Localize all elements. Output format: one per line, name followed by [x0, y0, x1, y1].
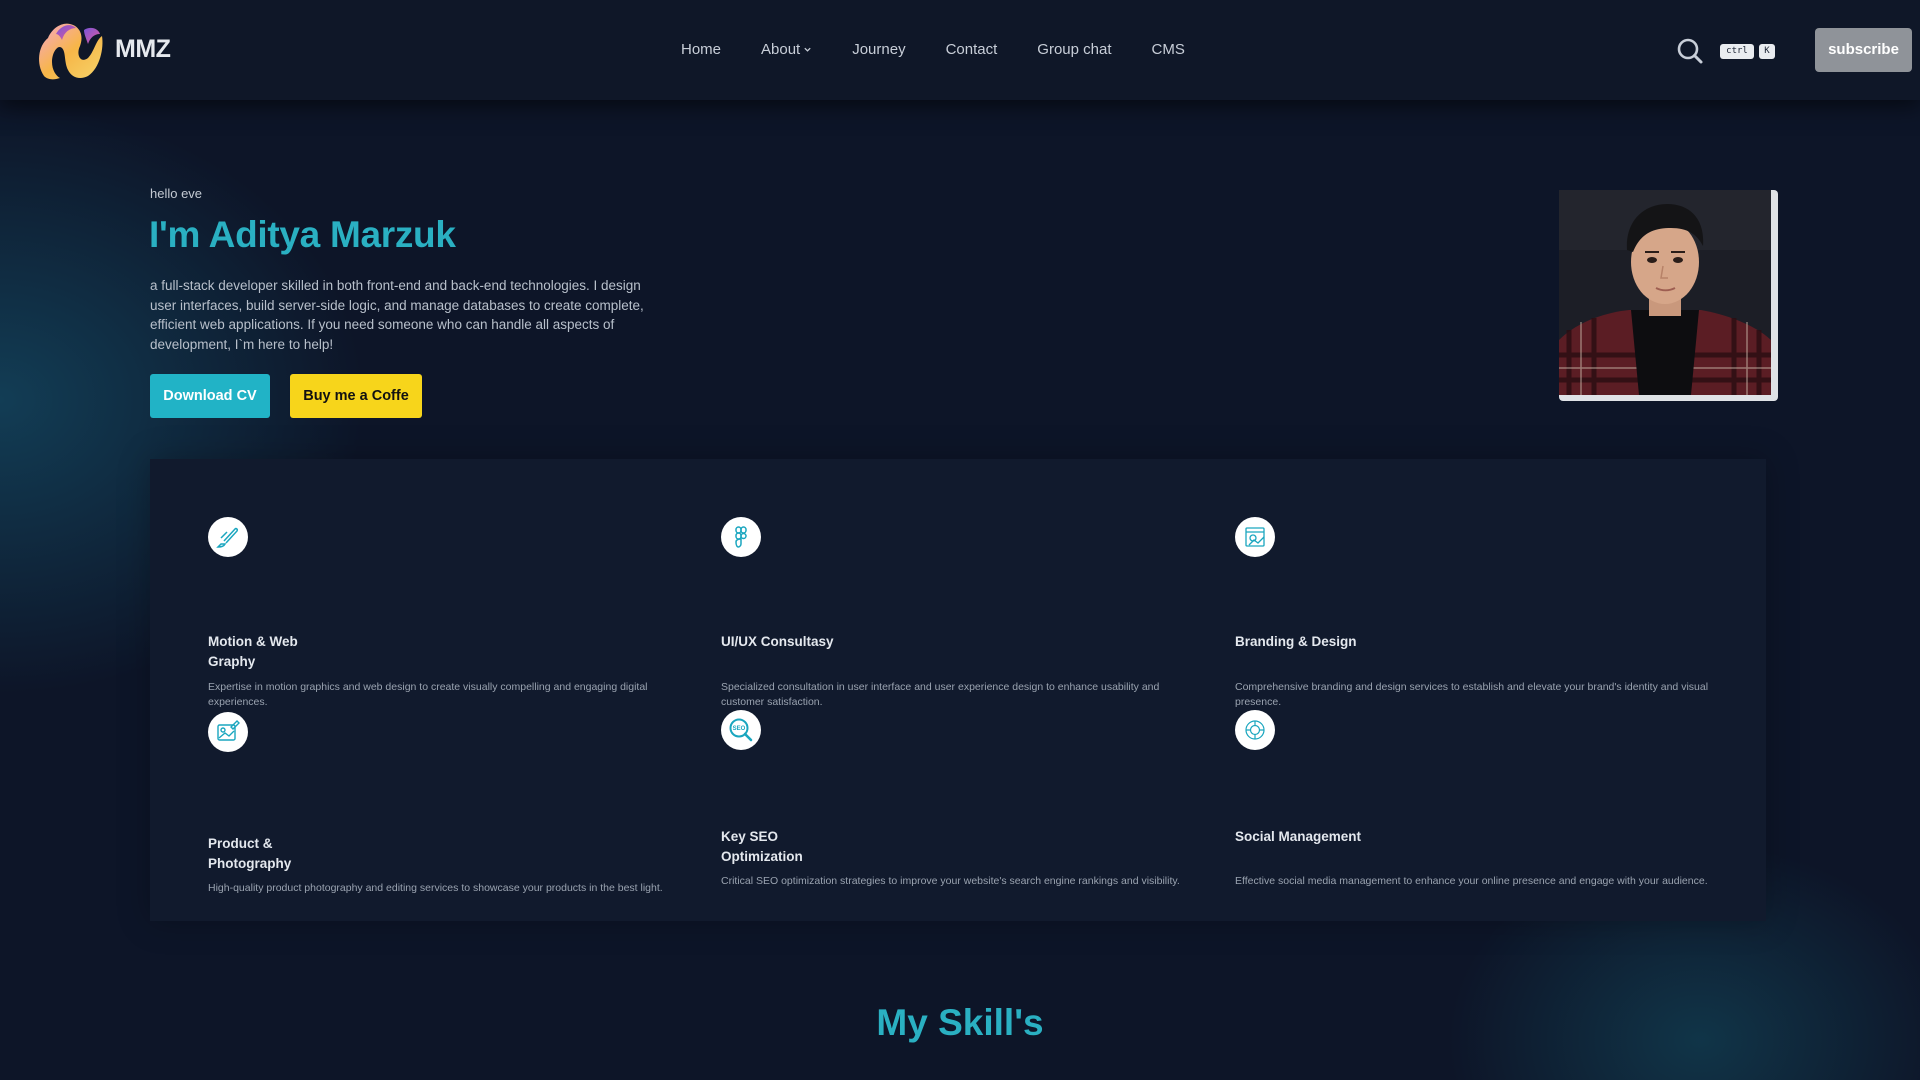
photo-edit-icon	[208, 712, 248, 752]
svg-text:SEO: SEO	[733, 726, 746, 732]
skills-section-title: My Skill's	[876, 1002, 1044, 1043]
service-title: Branding & Design	[1235, 634, 1357, 649]
nav-journey[interactable]: Journey	[852, 41, 905, 58]
shortcut-key-ctrl: ctrl	[1720, 44, 1754, 59]
branding-icon	[1235, 517, 1275, 557]
person-portrait-icon	[1559, 190, 1771, 395]
nav-cms[interactable]: CMS	[1152, 41, 1185, 58]
nav-group-chat[interactable]: Group chat	[1037, 41, 1111, 58]
mmz-logo-icon[interactable]	[36, 18, 104, 80]
service-title: Motion & Web Graphy	[208, 634, 298, 669]
search-icon[interactable]	[1676, 37, 1704, 65]
nav-contact[interactable]: Contact	[946, 41, 998, 58]
nav-about[interactable]: About	[761, 41, 812, 58]
service-title: Social Management	[1235, 829, 1362, 844]
services-panel: Motion & Web Graphy Expertise in motion …	[150, 459, 1766, 921]
social-icon	[1235, 710, 1275, 750]
nav-home[interactable]: Home	[681, 41, 721, 58]
nav-about-label: About	[761, 41, 801, 58]
subscribe-button[interactable]: subscribe	[1815, 28, 1912, 72]
profile-photo	[1559, 190, 1771, 395]
service-title: Product & Photography	[208, 836, 292, 871]
service-description: Expertise in motion graphics and web des…	[208, 681, 648, 708]
hero-greeting: hello eve	[150, 186, 203, 201]
figma-icon	[721, 517, 761, 557]
hero-title: I'm Aditya Marzuk	[149, 214, 456, 255]
service-description: Specialized consultation in user interfa…	[721, 681, 1160, 708]
main-nav: Home About Journey Contact Group chat CM…	[681, 41, 1225, 58]
brush-icon	[208, 517, 248, 557]
service-description: Effective social media management to enh…	[1235, 875, 1708, 887]
service-description: Comprehensive branding and design servic…	[1235, 681, 1709, 708]
buy-coffee-button[interactable]: Buy me a Coffe	[290, 374, 422, 418]
service-description: Critical SEO optimization strategies to …	[721, 875, 1180, 887]
service-title: UI/UX Consultasy	[721, 634, 834, 649]
hero-description: a full-stack developer skilled in both f…	[150, 278, 644, 352]
shortcut-key-k: K	[1759, 44, 1775, 59]
seo-search-icon: SEO	[721, 710, 761, 750]
chevron-down-icon	[804, 47, 811, 52]
service-description: High-quality product photography and edi…	[208, 882, 663, 894]
navbar: MMZ Home About Journey Contact Group cha…	[0, 0, 1920, 100]
service-title: Key SEO Optimization	[721, 829, 803, 864]
brand-name[interactable]: MMZ	[115, 35, 171, 64]
download-cv-button[interactable]: Download CV	[150, 374, 270, 418]
